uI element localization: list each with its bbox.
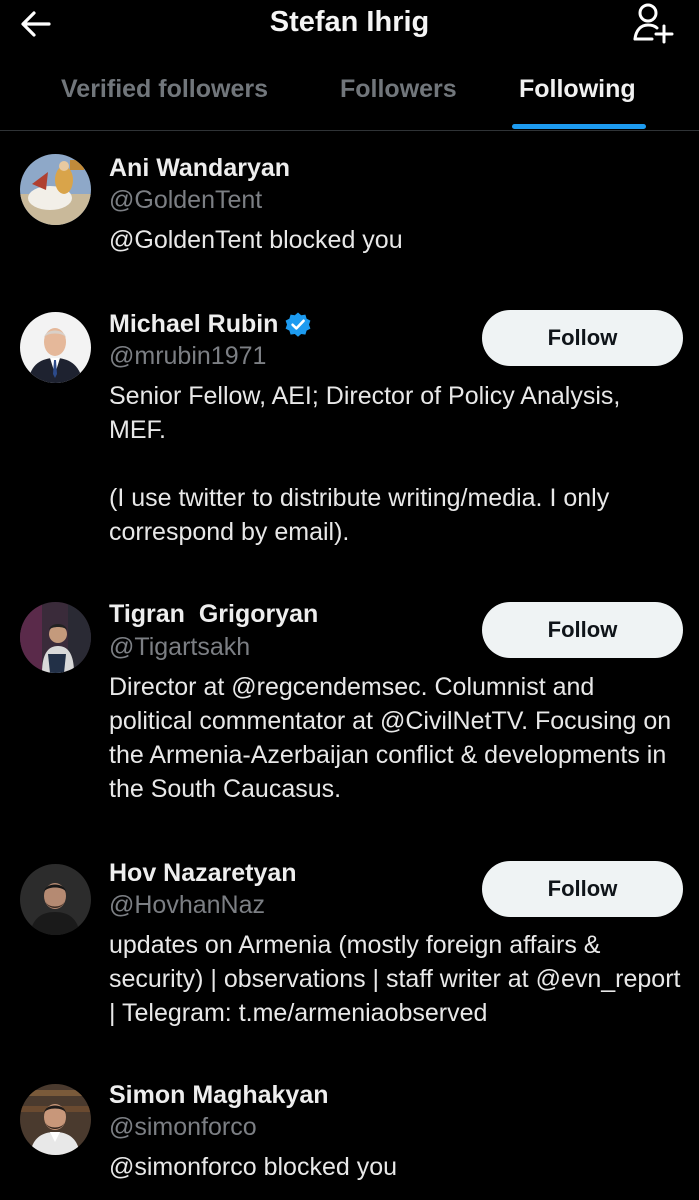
tab-followers[interactable]: Followers bbox=[340, 75, 457, 104]
tab-following[interactable]: Following bbox=[519, 75, 636, 104]
user-row[interactable]: Ani Wandaryan @GoldenTent @GoldenTent bl… bbox=[0, 130, 699, 280]
user-row[interactable]: Hov Nazaretyan @HovhanNaz updates on Arm… bbox=[0, 845, 699, 1055]
user-handle[interactable]: @mrubin1971 bbox=[109, 342, 266, 371]
follow-button[interactable]: Follow bbox=[482, 861, 683, 917]
follow-button[interactable]: Follow bbox=[482, 602, 683, 658]
verified-badge-icon bbox=[286, 312, 311, 337]
add-person-button[interactable] bbox=[628, 1, 674, 45]
avatar[interactable] bbox=[20, 602, 91, 673]
avatar[interactable] bbox=[20, 154, 91, 225]
user-handle[interactable]: @simonforco bbox=[109, 1113, 257, 1142]
user-bio: @simonforco blocked you bbox=[109, 1153, 398, 1181]
active-tab-indicator bbox=[512, 124, 646, 129]
user-bio: Senior Fellow, AEI; Director of Policy A… bbox=[109, 382, 621, 546]
top-bar: Stefan Ihrig bbox=[0, 0, 699, 62]
user-bio: @GoldenTent blocked you bbox=[109, 226, 403, 254]
user-bio: updates on Armenia (mostly foreign affai… bbox=[109, 931, 681, 1027]
tab-bar: Verified followers Followers Following bbox=[0, 62, 699, 131]
user-name[interactable]: Simon Maghakyan bbox=[109, 1081, 329, 1110]
user-row[interactable]: Simon Maghakyan @simonforco @simonforco … bbox=[0, 1055, 699, 1200]
user-name[interactable]: Hov Nazaretyan bbox=[109, 859, 297, 888]
user-name[interactable]: Ani Wandaryan bbox=[109, 154, 290, 183]
page-title: Stefan Ihrig bbox=[269, 6, 430, 38]
user-row[interactable]: Tigran Grigoryan @Tigartsakh Director at… bbox=[0, 575, 699, 845]
user-row[interactable]: Michael Rubin @mrubin1971 Senior Fellow,… bbox=[0, 280, 699, 575]
avatar[interactable] bbox=[20, 864, 91, 935]
user-name[interactable]: Tigran Grigoryan bbox=[109, 600, 318, 629]
user-name[interactable]: Michael Rubin bbox=[109, 310, 312, 339]
user-handle[interactable]: @GoldenTent bbox=[109, 186, 262, 215]
user-handle[interactable]: @HovhanNaz bbox=[109, 891, 265, 920]
avatar[interactable] bbox=[20, 312, 91, 383]
person-add-icon bbox=[633, 3, 674, 44]
tab-verified-followers[interactable]: Verified followers bbox=[61, 75, 268, 104]
user-handle[interactable]: @Tigartsakh bbox=[109, 633, 250, 662]
avatar[interactable] bbox=[20, 1084, 91, 1155]
follow-button[interactable]: Follow bbox=[482, 310, 683, 366]
user-bio: Director at @regcendemsec. Columnist and… bbox=[109, 673, 672, 803]
